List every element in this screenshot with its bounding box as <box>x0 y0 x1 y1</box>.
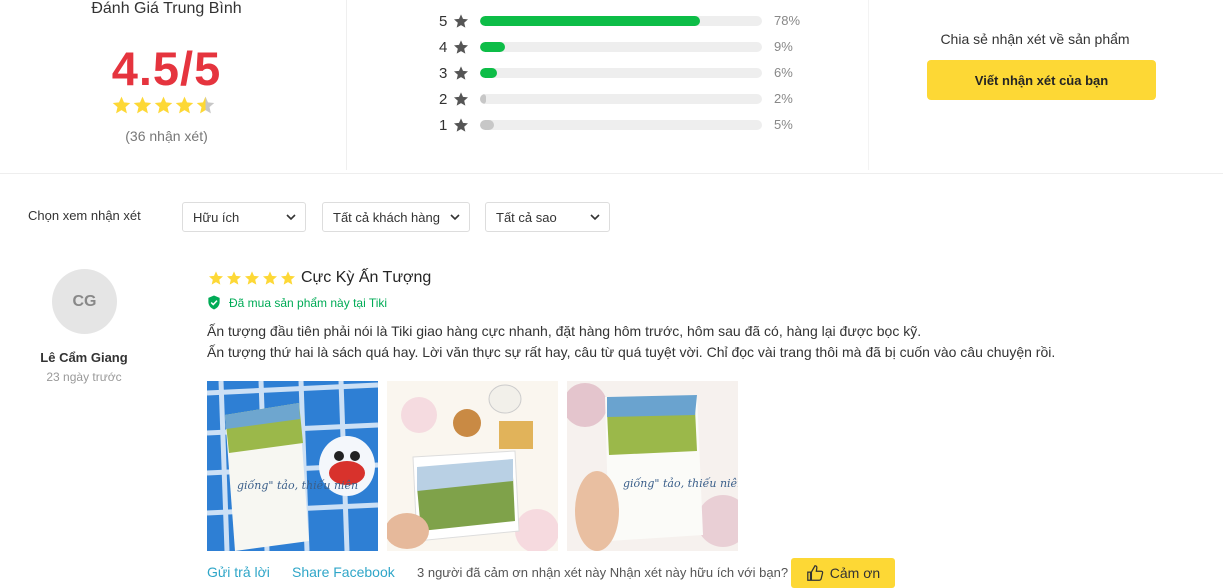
thanks-count: 3 người đã cảm ơn nhận xét này Nhận xét … <box>417 565 788 580</box>
half-star-icon <box>196 96 215 114</box>
rating-stars-label: 1 <box>439 116 448 134</box>
photo-book-text: giống" tảo, thiếu niên <box>237 479 358 492</box>
share-review-text: Chia sẻ nhận xét về sản phẩm <box>940 31 1130 47</box>
rating-bar-track <box>480 42 762 52</box>
chevron-down-icon <box>590 214 600 221</box>
rating-bar-track <box>480 68 762 78</box>
rating-bar-fill <box>480 42 506 52</box>
review-photo[interactable]: giống" tảo, thiếu niên <box>207 381 378 551</box>
average-score: 4.5/5 <box>111 42 222 95</box>
avatar: CG <box>52 269 117 334</box>
review-body: Ấn tượng đầu tiên phải nói là Tiki giao … <box>207 321 1167 363</box>
rating-row[interactable]: 5 78% <box>439 12 819 30</box>
star-icon <box>281 271 295 285</box>
average-rating-title: Đánh Giá Trung Bình <box>91 0 242 17</box>
rating-bar-fill <box>480 68 497 78</box>
customer-filter-value: Tất cả khách hàng <box>333 209 440 225</box>
filter-label: Chọn xem nhận xét <box>28 208 141 223</box>
review-stars <box>207 270 297 286</box>
star-icon <box>154 96 173 114</box>
sort-select[interactable]: Hữu ích <box>182 202 306 232</box>
review-body-line: Ấn tượng đầu tiên phải nói là Tiki giao … <box>207 323 922 339</box>
rating-bar-track <box>480 16 762 26</box>
chevron-down-icon <box>450 214 460 221</box>
customer-filter-select[interactable]: Tất cả khách hàng <box>322 202 470 232</box>
thanks-button-label: Cảm ơn <box>829 565 881 581</box>
star-icon <box>454 14 468 28</box>
reply-link[interactable]: Gửi trả lời <box>207 564 270 580</box>
photo-book-text: giống" tảo, thiếu niên <box>623 477 738 490</box>
star-icon <box>454 118 468 132</box>
star-icon <box>245 271 259 285</box>
share-facebook-link[interactable]: Share Facebook <box>292 564 395 580</box>
review-photo[interactable] <box>387 381 558 551</box>
rating-bar-track <box>480 120 762 130</box>
rating-stars-label: 5 <box>439 12 448 30</box>
review-count: (36 nhận xét) <box>125 128 208 144</box>
star-icon <box>454 66 468 80</box>
review-time: 23 ngày trước <box>46 370 122 384</box>
rating-stars-label: 4 <box>439 38 448 56</box>
rating-stars-label: 3 <box>439 64 448 82</box>
star-icon <box>133 96 152 114</box>
review-body-line: Ấn tượng thứ hai là sách quá hay. Lời vă… <box>207 344 1056 360</box>
star-filter-value: Tất cả sao <box>496 209 557 225</box>
star-icon <box>209 271 223 285</box>
review-title: Cực Kỳ Ấn Tượng <box>301 269 432 286</box>
rating-stars-label: 2 <box>439 90 448 108</box>
helpful-question: Nhận xét này hữu ích với bạn? <box>609 565 789 580</box>
thumbs-up-icon <box>806 565 824 581</box>
rating-percent: 2% <box>774 91 793 106</box>
photo-book-on-blue-cloth: giống" tảo, thiếu niên <box>207 381 378 551</box>
star-filter-select[interactable]: Tất cả sao <box>485 202 610 232</box>
rating-row[interactable]: 3 6% <box>439 64 819 82</box>
rating-percent: 78% <box>774 13 801 28</box>
star-icon <box>112 96 131 114</box>
star-icon <box>263 271 277 285</box>
rating-percent: 9% <box>774 39 793 54</box>
thanks-button[interactable]: Cảm ơn <box>791 558 895 588</box>
star-icon <box>227 271 241 285</box>
photo-book-open <box>387 381 558 551</box>
rating-bar-track <box>480 94 762 104</box>
rating-row[interactable]: 1 5% <box>439 116 819 134</box>
rating-bar-fill <box>480 120 495 130</box>
photo-book-in-hand: giống" tảo, thiếu niên <box>567 381 738 551</box>
review-photo[interactable]: giống" tảo, thiếu niên <box>567 381 738 551</box>
rating-row[interactable]: 2 2% <box>439 90 819 108</box>
rating-bar-fill <box>480 16 700 26</box>
chevron-down-icon <box>286 214 296 221</box>
average-stars <box>111 95 216 115</box>
star-icon <box>454 40 468 54</box>
reviewer-name: Lê Cẩm Giang <box>40 350 128 365</box>
star-icon <box>454 92 468 106</box>
divider <box>868 0 869 170</box>
rating-row[interactable]: 4 9% <box>439 38 819 56</box>
shield-check-icon <box>208 295 220 310</box>
sort-select-value: Hữu ích <box>193 209 240 225</box>
thanks-count-text: 3 người đã cảm ơn nhận xét này <box>417 565 607 580</box>
star-icon <box>175 96 194 114</box>
write-review-button[interactable]: Viết nhận xét của bạn <box>927 60 1156 100</box>
rating-percent: 6% <box>774 65 793 80</box>
divider <box>0 173 1223 174</box>
rating-bar-fill <box>480 94 487 104</box>
rating-percent: 5% <box>774 117 793 132</box>
verified-text: Đã mua sản phẩm này tại Tiki <box>229 295 388 310</box>
verified-purchase: Đã mua sản phẩm này tại Tiki <box>207 295 387 310</box>
